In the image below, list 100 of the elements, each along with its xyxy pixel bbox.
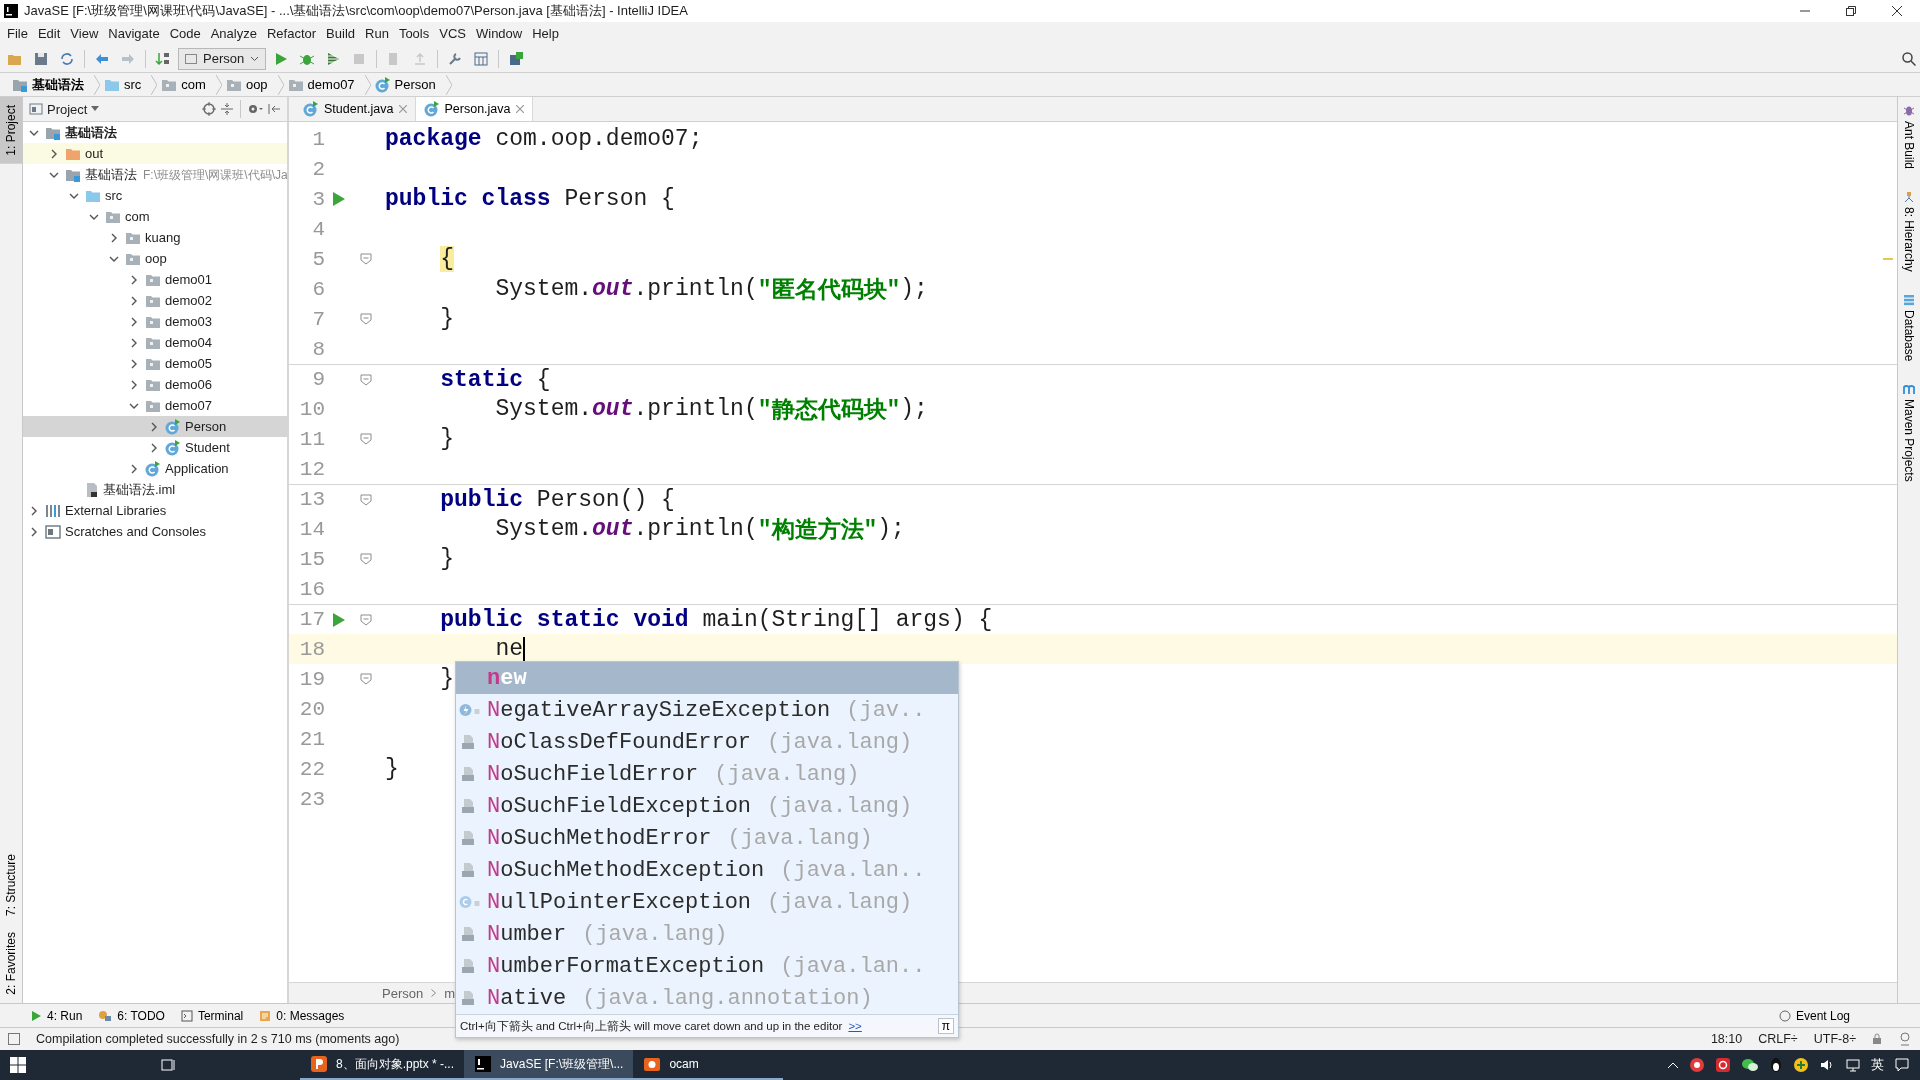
fold-marker-icon[interactable] bbox=[360, 373, 372, 386]
menu-item[interactable]: Run bbox=[360, 26, 394, 41]
chevron-up-icon[interactable] bbox=[1667, 1061, 1679, 1069]
tree-item[interactable]: 基础语法.iml bbox=[23, 479, 287, 500]
completion-item[interactable]: NoSuchFieldError (java.lang) bbox=[456, 758, 958, 790]
tool-window-tab[interactable]: 7: Structure bbox=[0, 846, 22, 925]
close-icon[interactable] bbox=[1892, 6, 1902, 16]
file-encoding[interactable]: UTF-8÷ bbox=[1813, 1032, 1856, 1046]
taskbar-app[interactable]: ocam bbox=[633, 1050, 784, 1080]
speaker-icon[interactable] bbox=[1819, 1057, 1835, 1073]
hint-link[interactable]: >> bbox=[848, 1020, 862, 1032]
breadcrumb-item[interactable]: 基础语法 bbox=[8, 75, 94, 94]
editor-tab[interactable]: Person.java bbox=[415, 97, 533, 121]
tree-item[interactable]: External Libraries bbox=[23, 500, 287, 521]
pi-button[interactable]: π bbox=[937, 1018, 954, 1034]
completion-item[interactable]: NoClassDefFoundError (java.lang) bbox=[456, 726, 958, 758]
run-configuration-dropdown[interactable]: Person bbox=[178, 47, 267, 70]
tree-item[interactable]: demo04 bbox=[23, 332, 287, 353]
completion-item[interactable]: NoSuchMethodError (java.lang) bbox=[456, 822, 958, 854]
warning-marker[interactable] bbox=[1883, 258, 1893, 260]
taskbar-app[interactable]: JavaSE [F:\班级管理\... bbox=[464, 1050, 634, 1080]
tree-item[interactable]: Student bbox=[23, 437, 287, 458]
settings-icon[interactable] bbox=[247, 102, 263, 116]
completion-item[interactable]: Number (java.lang) bbox=[456, 918, 958, 950]
tool-window-tab[interactable]: Database bbox=[1899, 291, 1919, 364]
tree-item[interactable]: kuang bbox=[23, 227, 287, 248]
completion-item[interactable]: NegativeArraySizeException (jav.. bbox=[456, 694, 958, 726]
tree-item[interactable]: demo01 bbox=[23, 269, 287, 290]
tool-window-tab[interactable]: Terminal bbox=[180, 1008, 244, 1023]
tree-item[interactable]: src bbox=[23, 185, 287, 206]
tool-window-tab[interactable]: 4: Run bbox=[30, 1008, 83, 1023]
breadcrumb-item[interactable]: src bbox=[100, 77, 152, 92]
completion-item[interactable]: NumberFormatException (java.lan.. bbox=[456, 950, 958, 982]
panel-title[interactable]: Project bbox=[47, 101, 88, 117]
restore-icon[interactable] bbox=[1846, 6, 1856, 16]
taskbar-app[interactable]: 8、面向对象.pptx * -... bbox=[300, 1050, 465, 1080]
breadcrumb-item[interactable]: Person bbox=[370, 76, 446, 93]
chat-app-icon[interactable] bbox=[1741, 1057, 1759, 1073]
tree-item[interactable]: Application bbox=[23, 458, 287, 479]
menu-item[interactable]: Analyze bbox=[205, 26, 262, 41]
locate-icon[interactable] bbox=[202, 102, 216, 116]
hide-panel-icon[interactable] bbox=[267, 102, 281, 116]
lock-icon[interactable] bbox=[1872, 1033, 1882, 1045]
tree-item[interactable]: demo05 bbox=[23, 353, 287, 374]
completion-item[interactable]: Native (java.lang.annotation) bbox=[456, 982, 958, 1014]
plus-app-icon[interactable] bbox=[1793, 1057, 1809, 1073]
tool-window-tab[interactable]: 1: Project bbox=[0, 97, 22, 164]
fold-marker-icon[interactable] bbox=[360, 313, 372, 325]
breadcrumb-item[interactable]: m bbox=[444, 985, 456, 1001]
panel-toggle-icon[interactable] bbox=[8, 1033, 20, 1045]
menu-item[interactable]: Refactor bbox=[261, 26, 322, 41]
tool-window-tab[interactable]: Ant Build bbox=[1899, 103, 1919, 172]
fold-marker-icon[interactable] bbox=[360, 493, 372, 506]
tool-window-tab[interactable]: 0: Messages bbox=[259, 1008, 345, 1023]
tree-item[interactable]: oop bbox=[23, 248, 287, 269]
tree-item[interactable]: Person bbox=[23, 416, 287, 437]
completion-item[interactable]: NullPointerException (java.lang) bbox=[456, 886, 958, 918]
menu-item[interactable]: View bbox=[65, 26, 104, 41]
menu-item[interactable]: Code bbox=[164, 26, 206, 41]
caret-icon[interactable] bbox=[250, 55, 260, 62]
event-log-button[interactable]: Event Log bbox=[1778, 1008, 1850, 1023]
music-app-icon[interactable] bbox=[1715, 1057, 1731, 1073]
tree-item[interactable]: demo07 bbox=[23, 395, 287, 416]
tool-window-tab[interactable]: 2: Favorites bbox=[0, 924, 22, 1003]
menu-item[interactable]: Edit bbox=[32, 26, 66, 41]
tree-item[interactable]: Scratches and Consoles bbox=[23, 521, 287, 542]
line-separator[interactable]: CRLF÷ bbox=[1758, 1032, 1798, 1046]
fold-marker-icon[interactable] bbox=[360, 433, 372, 445]
tree-item[interactable]: demo03 bbox=[23, 311, 287, 332]
completion-item[interactable]: NoSuchMethodException (java.lan.. bbox=[456, 854, 958, 886]
fold-marker-icon[interactable] bbox=[360, 673, 372, 685]
editor-tab[interactable]: Student.java bbox=[295, 97, 416, 121]
tool-window-tab[interactable]: 8: Hierarchy bbox=[1899, 189, 1919, 274]
run-gutter-icon[interactable] bbox=[332, 191, 346, 207]
tool-window-tab[interactable]: Maven Projects bbox=[1899, 381, 1919, 484]
breadcrumb-item[interactable]: oop bbox=[221, 77, 278, 92]
fold-marker-icon[interactable] bbox=[360, 553, 372, 565]
menu-item[interactable]: VCS bbox=[434, 26, 471, 41]
input-method-indicator[interactable]: 英 bbox=[1871, 1056, 1884, 1074]
tree-item[interactable]: out bbox=[23, 143, 287, 164]
fold-marker-icon[interactable] bbox=[360, 613, 372, 626]
breadcrumb-item[interactable]: com bbox=[157, 77, 216, 92]
menu-item[interactable]: Navigate bbox=[103, 26, 165, 41]
tree-item[interactable]: 基础语法 bbox=[23, 122, 287, 143]
menu-item[interactable]: Help bbox=[527, 26, 564, 41]
fold-marker-icon[interactable] bbox=[360, 253, 372, 265]
tree-item[interactable]: demo06 bbox=[23, 374, 287, 395]
record-icon[interactable] bbox=[1689, 1057, 1705, 1073]
notification-icon[interactable] bbox=[1894, 1057, 1910, 1073]
completion-item[interactable]: NoSuchFieldException (java.lang) bbox=[456, 790, 958, 822]
menu-item[interactable]: File bbox=[2, 26, 33, 41]
breadcrumb-item[interactable]: Person bbox=[382, 985, 424, 1001]
network-icon[interactable] bbox=[1845, 1057, 1861, 1073]
task-view-icon[interactable] bbox=[160, 1057, 176, 1073]
run-gutter-icon[interactable] bbox=[332, 611, 346, 628]
caret-position[interactable]: 18:10 bbox=[1710, 1032, 1743, 1046]
tool-window-tab[interactable]: 6: TODO bbox=[98, 1008, 165, 1023]
tree-item[interactable]: demo02 bbox=[23, 290, 287, 311]
breadcrumb-item[interactable]: demo07 bbox=[283, 77, 365, 92]
tree-item[interactable]: 基础语法 F:\班级管理\网课班\代码\Ja bbox=[23, 164, 287, 185]
